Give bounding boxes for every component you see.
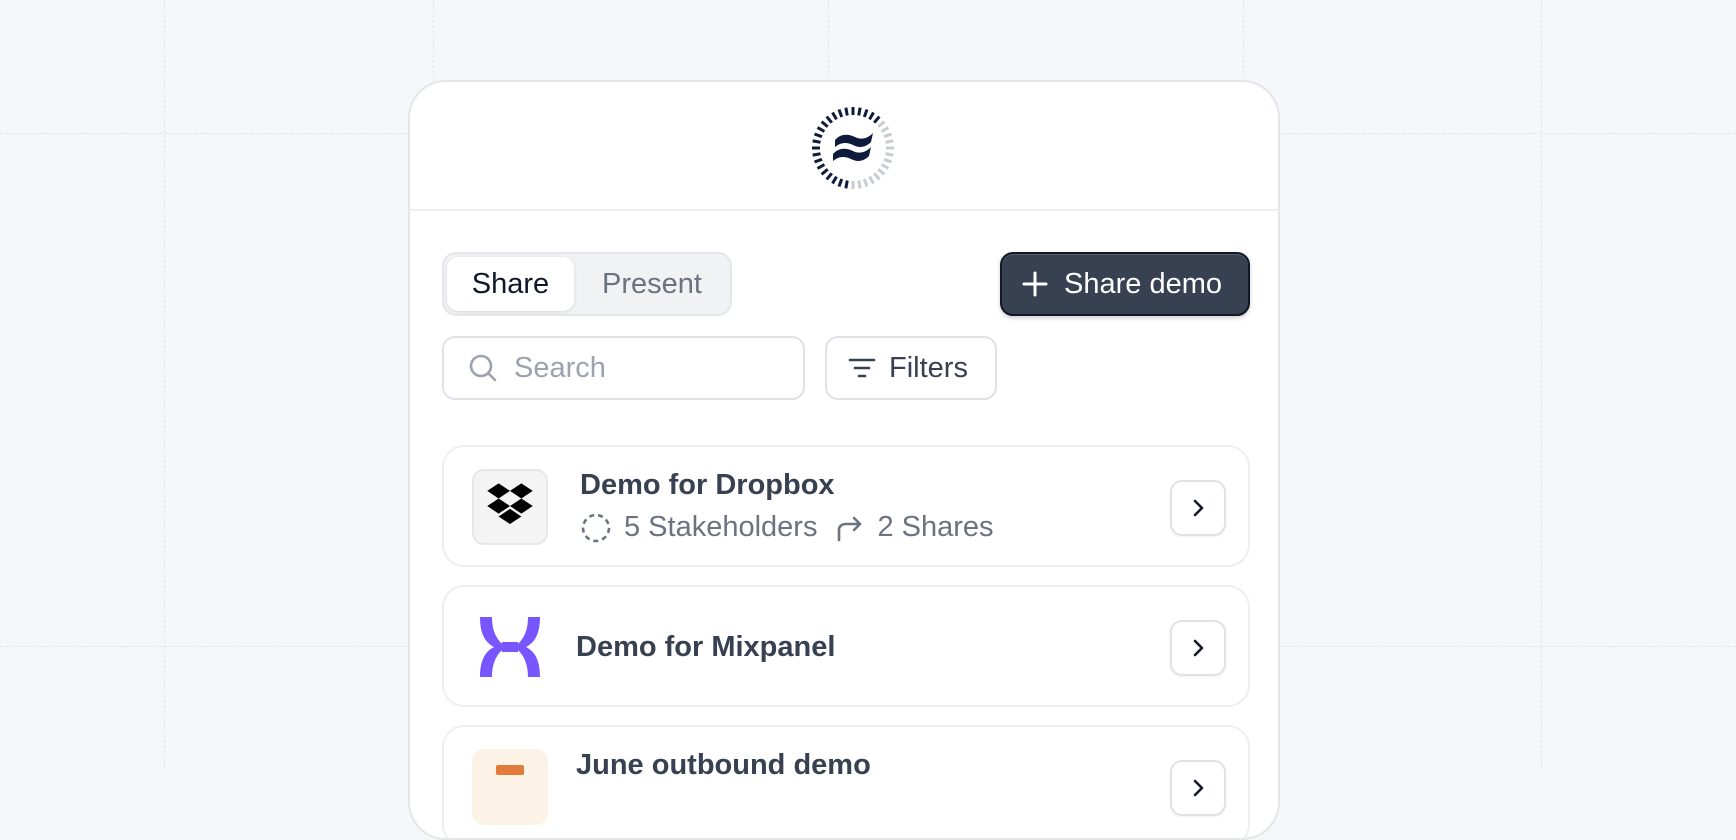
logo-tick — [880, 163, 890, 170]
app-logo-icon — [812, 107, 894, 189]
panel-header — [410, 82, 1278, 211]
logo-tick — [873, 172, 881, 181]
shares-count: 2 Shares — [877, 511, 994, 543]
logo-tick — [885, 139, 894, 144]
demo-title: Demo for Dropbox — [580, 469, 835, 501]
background-gridline — [164, 0, 165, 768]
demos-panel: Share Present Share demo Filters — [408, 80, 1280, 840]
search-field[interactable] — [442, 336, 805, 400]
logo-tick — [883, 132, 893, 139]
logo-tick — [868, 111, 875, 121]
logo-tick — [816, 163, 826, 170]
dropbox-logo-icon — [472, 469, 548, 545]
tab-share[interactable]: Share — [447, 257, 574, 311]
logo-tick — [883, 157, 893, 164]
chevron-right-icon — [1193, 499, 1204, 517]
chevron-right-icon — [1193, 639, 1204, 657]
logo-tick — [873, 115, 881, 124]
background-gridline — [1541, 0, 1542, 768]
search-input[interactable] — [512, 350, 776, 386]
open-demo-button[interactable] — [1170, 760, 1226, 816]
demo-title: June outbound demo — [576, 749, 871, 781]
demo-meta: 5 Stakeholders 2 Shares — [580, 511, 994, 544]
share-demo-button[interactable]: Share demo — [1000, 252, 1250, 316]
mixpanel-logo-icon — [472, 609, 548, 685]
demo-card[interactable]: Demo for Mixpanel — [442, 585, 1250, 707]
filter-icon — [848, 358, 876, 378]
logo-tick — [885, 152, 894, 157]
open-demo-button[interactable] — [1170, 620, 1226, 676]
open-demo-button[interactable] — [1170, 480, 1226, 536]
logo-tick — [812, 152, 821, 157]
logo-tick — [837, 178, 844, 188]
logo-tick — [857, 107, 862, 116]
logo-tick — [877, 120, 886, 128]
logo-tick — [816, 126, 826, 133]
logo-tick — [844, 107, 849, 116]
logo-tick — [862, 108, 869, 118]
logo-tick — [877, 168, 886, 176]
demo-card[interactable]: Demo for Dropbox 5 Stakeholders 2 Shares — [442, 445, 1250, 567]
logo-tick — [825, 172, 833, 181]
plus-icon — [1022, 271, 1048, 297]
logo-tick — [857, 180, 862, 189]
logo-tick — [862, 178, 869, 188]
logo-tick — [820, 120, 829, 128]
chevron-right-icon — [1193, 779, 1204, 797]
share-forward-icon — [838, 516, 862, 541]
demo-title: Demo for Mixpanel — [576, 631, 836, 663]
logo-tick — [880, 126, 890, 133]
stakeholders-icon — [581, 513, 611, 542]
share-present-toggle: Share Present — [442, 252, 732, 316]
logo-tick — [868, 175, 875, 185]
logo-tick — [831, 175, 838, 185]
logo-tick — [813, 132, 823, 139]
logo-tick — [813, 157, 823, 164]
june-logo-icon — [472, 749, 548, 825]
filters-button[interactable]: Filters — [825, 336, 997, 400]
share-demo-label: Share demo — [1064, 267, 1222, 300]
logo-tick — [812, 139, 821, 144]
logo-tick — [844, 180, 849, 189]
tab-present[interactable]: Present — [580, 257, 724, 311]
filters-label: Filters — [889, 351, 968, 384]
logo-tick — [825, 115, 833, 124]
logo-tick — [820, 168, 829, 176]
demo-card[interactable]: June outbound demo — [442, 725, 1250, 838]
logo-tick — [837, 108, 844, 118]
logo-tick — [831, 111, 838, 121]
search-icon — [469, 354, 497, 382]
stakeholders-count: 5 Stakeholders — [624, 511, 818, 543]
